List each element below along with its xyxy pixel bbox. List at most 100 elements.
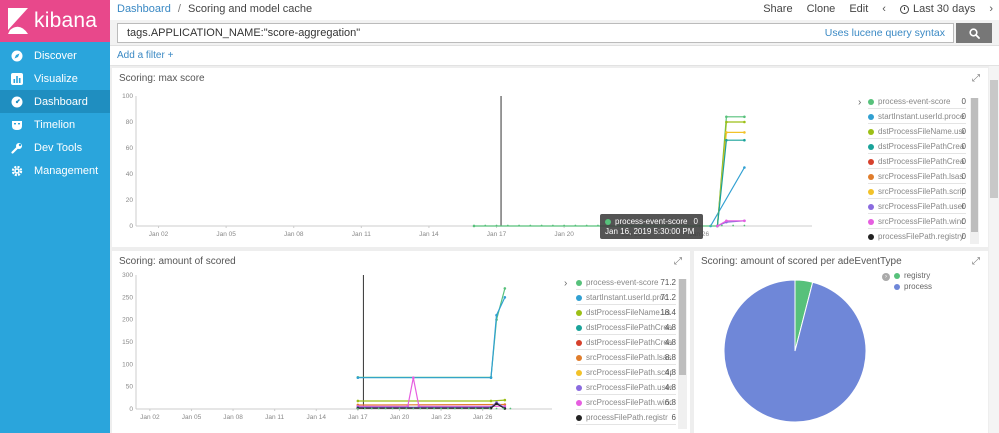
- legend-item[interactable]: startInstant.userId.proc 71.2: [576, 291, 676, 305]
- baseline-point: [720, 224, 723, 227]
- sidebar-item-label: Dashboard: [34, 95, 88, 108]
- search-icon: [968, 27, 980, 39]
- legend-item[interactable]: dstProcessFileName.us 18.4: [576, 306, 676, 320]
- legend-item[interactable]: srcProcessFilePath.lsass 8.8: [576, 351, 676, 365]
- legend-value: 6.8: [664, 398, 676, 407]
- legend-dot: [576, 324, 582, 331]
- legend-item[interactable]: dstProcessFilePathCreated0: [868, 155, 966, 169]
- share-button[interactable]: Share: [763, 3, 792, 15]
- legend-label: dstProcessFilePathCreat: [586, 338, 672, 347]
- x-tick-label: Jan 05: [216, 231, 236, 238]
- legend-item[interactable]: dstProcessFileName.userId0: [868, 125, 966, 139]
- legend-toggle-icon[interactable]: ›: [858, 97, 861, 108]
- legend-item-registry[interactable]: registry: [894, 270, 932, 281]
- sidebar-item-visualize[interactable]: Visualize: [0, 67, 110, 90]
- legend-value: 0: [961, 202, 966, 211]
- legend-item[interactable]: processFilePath.registry 0: [868, 230, 966, 243]
- legend-toggle-icon[interactable]: ›: [882, 273, 890, 281]
- page-scrollbar[interactable]: [989, 66, 999, 433]
- legend-value: 4.8: [664, 383, 676, 392]
- legend-dot: [868, 218, 874, 225]
- baseline-point: [384, 407, 387, 410]
- legend-dot: [576, 399, 582, 406]
- time-next-icon[interactable]: ›: [989, 3, 993, 15]
- x-tick-label: Jan 11: [265, 414, 284, 421]
- legend-item[interactable]: srcProcessFilePath.userI 4.8: [576, 381, 676, 395]
- legend-label: srcProcessFilePath.script: [586, 368, 672, 377]
- bar-chart-icon: [10, 72, 23, 85]
- dashboard-grid: Scoring: max score ⤢ 0 20 40 60 80 100 Jan 02 J…: [110, 66, 999, 433]
- legend-label: process: [904, 282, 933, 291]
- legend-label: process-event-score: [586, 278, 659, 287]
- baseline-point: [743, 224, 746, 227]
- sidebar-item-label: Timelion: [34, 118, 76, 131]
- baseline-point: [474, 407, 477, 410]
- time-picker[interactable]: Last 30 days: [899, 3, 975, 15]
- legend-item[interactable]: srcProcessFilePath.window0: [868, 215, 966, 229]
- data-point: [356, 399, 360, 403]
- time-prev-icon[interactable]: ‹: [882, 3, 886, 15]
- legend-item[interactable]: dstProcessFilePathCreated0: [868, 140, 966, 154]
- kibana-logo[interactable]: kibana: [0, 0, 110, 42]
- sidebar-item-timelion[interactable]: Timelion: [0, 113, 110, 136]
- logo-text: kibana: [34, 9, 98, 32]
- legend-value: 0: [961, 127, 966, 136]
- add-filter-button[interactable]: Add a filter +: [117, 50, 173, 61]
- query-text: tags.APPLICATION_NAME:"score-aggregation…: [127, 27, 361, 39]
- legend-item[interactable]: dstProcessFilePathCreat 4.8: [576, 321, 676, 335]
- search-button[interactable]: [956, 23, 992, 43]
- data-point: [743, 219, 746, 223]
- baseline-point: [585, 224, 588, 227]
- legend-item[interactable]: srcProcessFilePath.lsass.pr0: [868, 170, 966, 184]
- legend-scrollbar[interactable]: [970, 98, 979, 244]
- sidebar-item-discover[interactable]: Discover: [0, 44, 110, 67]
- x-tick-label: Jan 14: [419, 231, 439, 238]
- legend-item[interactable]: srcProcessFilePath.userId 0: [868, 200, 966, 214]
- sidebar-item-management[interactable]: Management: [0, 159, 110, 182]
- lucene-syntax-link[interactable]: Uses lucene query syntax: [825, 27, 945, 39]
- series-line: [716, 131, 745, 227]
- series-line: [357, 377, 505, 407]
- legend-label: dstProcessFilePathCreat: [586, 323, 672, 332]
- breadcrumb-dashboard-link[interactable]: Dashboard: [117, 3, 171, 15]
- legend-item[interactable]: srcProcessFilePath.script 4.8: [576, 366, 676, 380]
- expand-icon[interactable]: ⤢: [972, 73, 980, 84]
- edit-button[interactable]: Edit: [849, 3, 868, 15]
- sidebar-item-label: Management: [34, 164, 99, 177]
- legend-item[interactable]: process-event-score 0: [868, 95, 966, 109]
- legend-item[interactable]: startInstant.userId.process 0: [868, 110, 966, 124]
- search-input[interactable]: tags.APPLICATION_NAME:"score-aggregation…: [117, 23, 954, 43]
- data-point: [489, 376, 493, 380]
- legend-scrollbar[interactable]: [678, 279, 687, 429]
- y-tick-label: 100: [122, 93, 133, 100]
- legend-per-event-type: registry process: [894, 270, 932, 292]
- legend-toggle-icon[interactable]: ›: [564, 278, 567, 289]
- legend-max-score: process-event-score 0 startInstant.userId.…: [868, 95, 966, 243]
- legend-item[interactable]: srcProcessFilePath.windc 6.8: [576, 396, 676, 410]
- y-tick-label: 60: [126, 145, 134, 152]
- clone-button[interactable]: Clone: [807, 3, 836, 15]
- baseline-point: [405, 407, 408, 410]
- data-point: [495, 313, 498, 317]
- baseline-point: [481, 407, 484, 410]
- legend-item[interactable]: process-event-score 71.2: [576, 276, 676, 290]
- legend-dot: [868, 233, 874, 240]
- legend-scroll-thumb[interactable]: [679, 279, 686, 375]
- legend-item-process[interactable]: process: [894, 281, 932, 292]
- page-scroll-thumb[interactable]: [990, 80, 998, 198]
- legend-item[interactable]: srcProcessFilePath.scriptin0: [868, 185, 966, 199]
- expand-icon[interactable]: ⤢: [972, 256, 980, 267]
- top-bar: Dashboard / Scoring and model cache Shar…: [110, 0, 999, 20]
- expand-icon[interactable]: ⤢: [674, 256, 682, 267]
- legend-label: registry: [904, 271, 931, 280]
- baseline-point: [377, 407, 380, 410]
- legend-item[interactable]: processFilePath.registr 6: [576, 411, 676, 425]
- sidebar-item-dev-tools[interactable]: Dev Tools: [0, 136, 110, 159]
- sidebar-item-dashboard[interactable]: Dashboard: [0, 90, 110, 113]
- baseline-point: [495, 224, 498, 227]
- baseline-point: [473, 224, 475, 227]
- legend-item[interactable]: dstProcessFilePathCreat 4.8: [576, 336, 676, 350]
- legend-scroll-thumb[interactable]: [971, 98, 978, 232]
- baseline-point: [502, 407, 505, 410]
- baseline-point: [597, 224, 599, 227]
